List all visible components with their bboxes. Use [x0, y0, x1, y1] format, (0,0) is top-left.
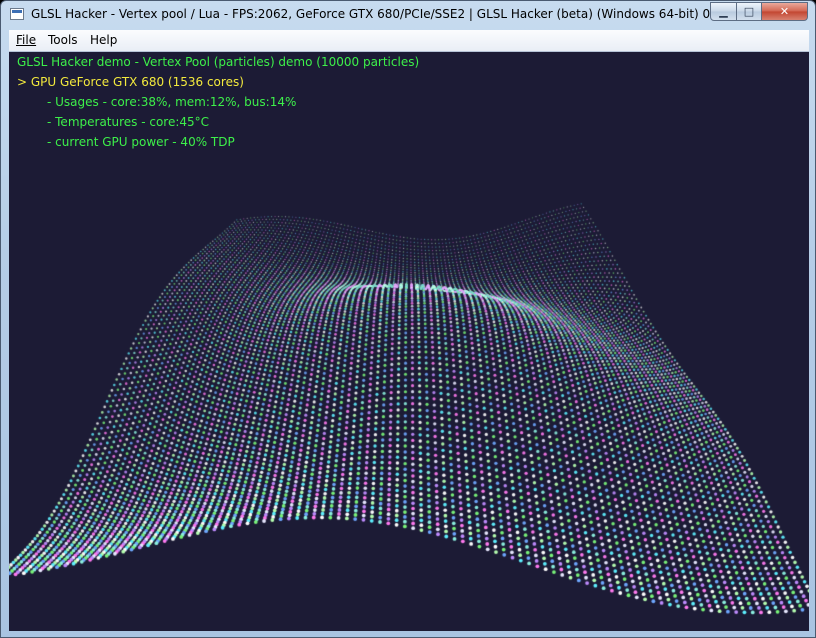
menu-file[interactable]: File	[16, 33, 36, 47]
hud-gpu-usages: - Usages - core:38%, mem:12%, bus:14%	[47, 95, 297, 109]
menu-help[interactable]: Help	[90, 33, 117, 47]
menu-tools[interactable]: Tools	[48, 33, 78, 47]
maximize-button[interactable]: □	[736, 2, 762, 21]
minimize-button[interactable]: ▁	[710, 2, 737, 21]
hud-gpu-power: - current GPU power - 40% TDP	[47, 135, 235, 149]
menu-bar: File Tools Help	[9, 30, 809, 52]
hud-gpu-temperature: - Temperatures - core:45°C	[47, 115, 210, 129]
menu-file-label: File	[16, 33, 37, 47]
close-button[interactable]: ✕	[761, 2, 808, 21]
application-window: GLSL Hacker - Vertex pool / Lua - FPS:20…	[0, 0, 816, 638]
app-window-icon[interactable]	[10, 8, 24, 20]
hud-gpu-name: > GPU GeForce GTX 680 (1536 cores)	[17, 75, 244, 89]
window-title: GLSL Hacker - Vertex pool / Lua - FPS:20…	[31, 7, 734, 21]
render-viewport[interactable]: GLSL Hacker demo - Vertex Pool (particle…	[9, 52, 809, 631]
title-bar[interactable]: GLSL Hacker - Vertex pool / Lua - FPS:20…	[1, 1, 816, 29]
hud-demo-title: GLSL Hacker demo - Vertex Pool (particle…	[17, 55, 420, 69]
